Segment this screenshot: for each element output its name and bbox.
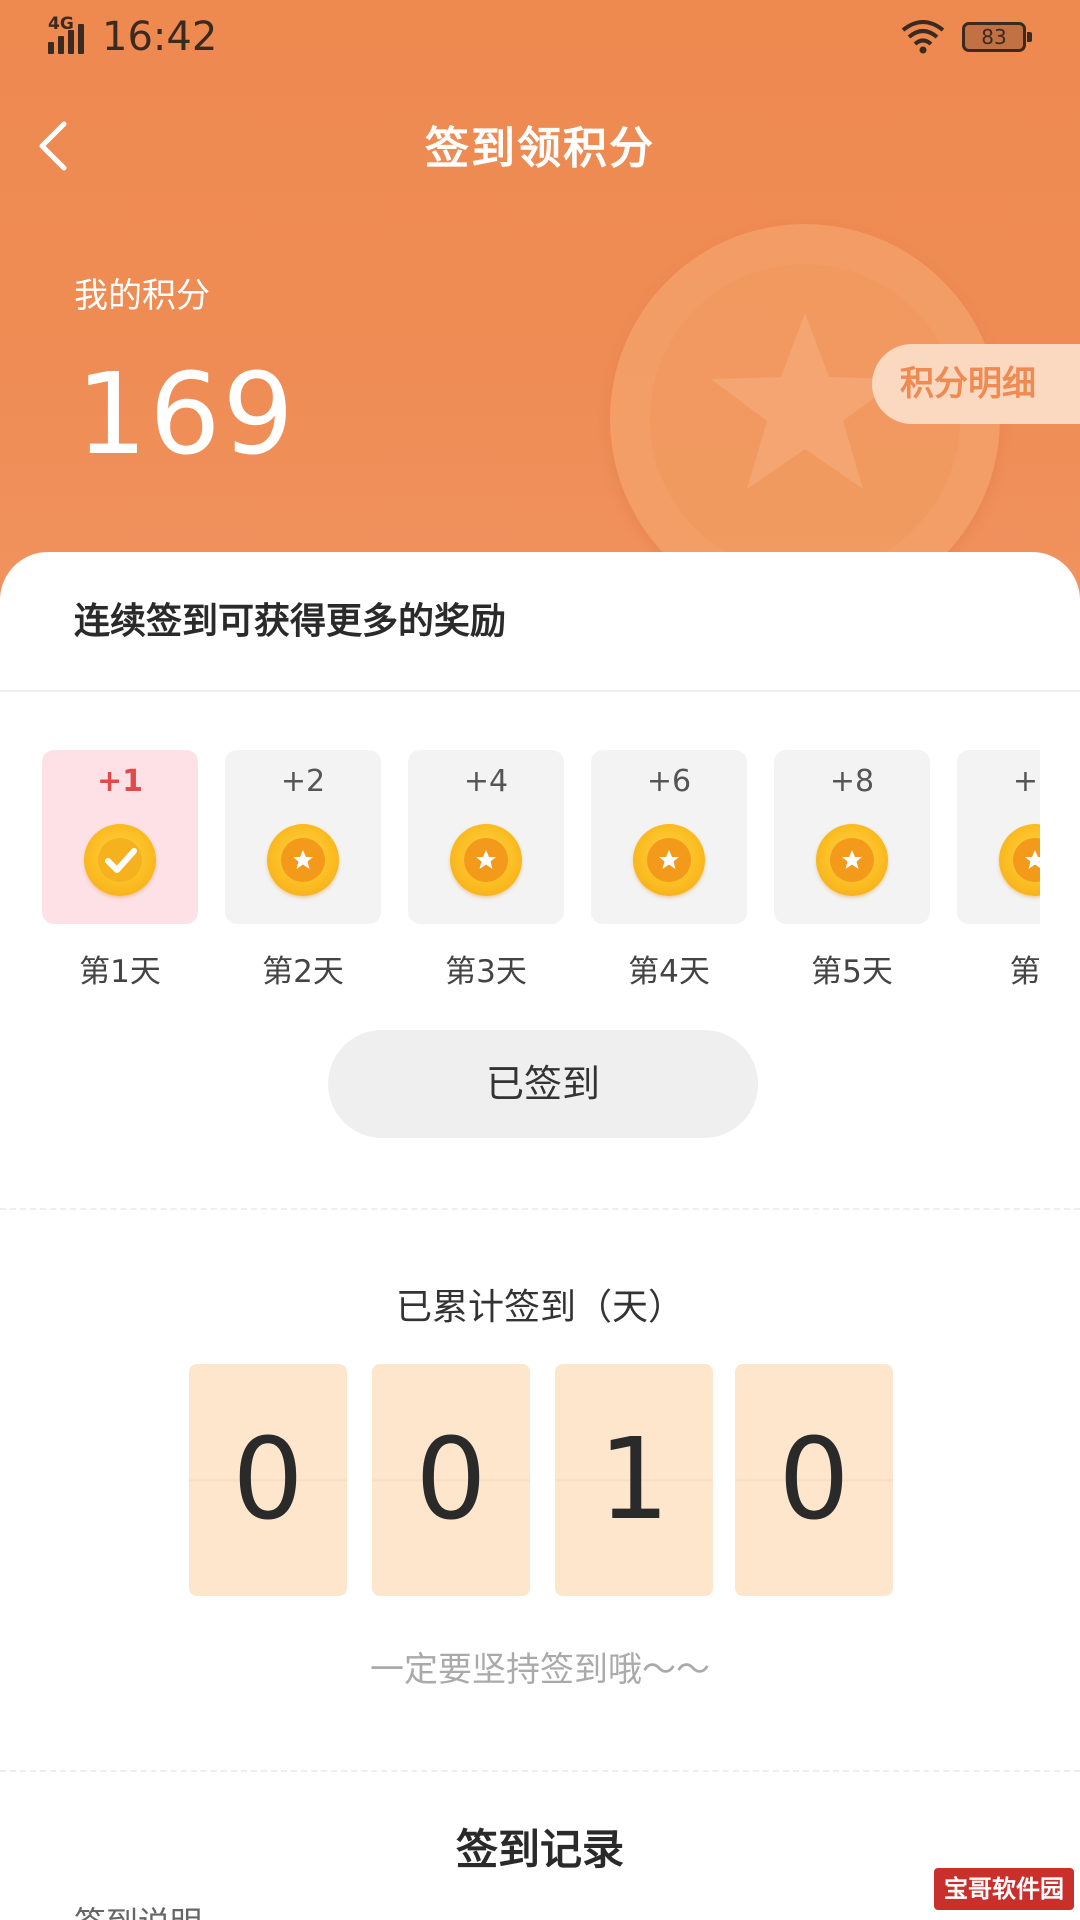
day-label: 第4天 — [628, 954, 710, 990]
header: 4G 16:42 83 签到领积分 我的积分 169 积分明细 — [0, 0, 1080, 600]
star-coin-icon — [999, 824, 1040, 896]
star-coin-icon — [633, 824, 705, 896]
status-bar: 4G 16:42 83 — [0, 0, 1080, 80]
day-reward: +2 — [280, 764, 326, 799]
watermark-logo: 宝哥软件园 — [934, 1868, 1074, 1910]
divider — [0, 1208, 1080, 1210]
day-label: 第3天 — [445, 954, 527, 990]
day-item[interactable]: +8 第5天 — [774, 750, 930, 990]
day-reward: +1 — [1012, 764, 1040, 799]
day-reward: +4 — [463, 764, 509, 799]
day-label: 第6 — [1009, 954, 1040, 990]
day-item[interactable]: +4 第3天 — [408, 750, 564, 990]
battery-icon: 83 — [962, 22, 1032, 52]
counter-digit: 0 — [735, 1364, 893, 1596]
counter-digit: 0 — [189, 1364, 347, 1596]
clock: 16:42 — [102, 14, 218, 60]
day-item[interactable]: +2 第2天 — [225, 750, 381, 990]
star-coin-icon — [816, 824, 888, 896]
reward-title: 连续签到可获得更多的奖励 — [74, 601, 507, 642]
record-partial-text: 签到说明 — [74, 1898, 202, 1920]
check-coin-icon — [84, 824, 156, 896]
day-item[interactable]: +6 第4天 — [591, 750, 747, 990]
day-item[interactable]: +1 第6 — [957, 750, 1040, 990]
divider — [0, 1770, 1080, 1772]
divider — [0, 690, 1080, 692]
cell-signal-icon: 4G — [46, 14, 92, 56]
record-title: 签到记录 — [455, 1825, 624, 1874]
points-value: 169 — [76, 350, 296, 480]
day-list[interactable]: +1 第1天 +2 第2天 +4 第3天 +6 第4天 +8 第5天 + 第 — [42, 750, 1040, 990]
day-reward: +8 — [829, 764, 875, 799]
cumulative-label: 已累计签到（天） — [395, 1287, 684, 1328]
day-reward: +6 — [646, 764, 692, 799]
signin-card: 连续签到可获得更多的奖励 +1 第1天 +2 第2天 +4 第3天 +6 第4天… — [0, 552, 1080, 1920]
points-label: 我的积分 — [74, 276, 210, 316]
page-title: 签到领积分 — [425, 123, 655, 174]
day-label: 第2天 — [262, 954, 344, 990]
counter-digit: 0 — [372, 1364, 530, 1596]
day-label: 第5天 — [811, 954, 893, 990]
star-coin-icon — [450, 824, 522, 896]
day-item[interactable]: +1 第1天 — [42, 750, 198, 990]
points-detail-button[interactable]: 积分明细 — [872, 344, 1080, 424]
encourage-text: 一定要坚持签到哦～～ — [370, 1650, 710, 1690]
star-coin-icon — [267, 824, 339, 896]
wifi-icon — [901, 20, 945, 54]
counter-digit: 1 — [555, 1364, 713, 1596]
signed-in-button[interactable]: 已签到 — [328, 1030, 758, 1138]
day-label: 第1天 — [79, 954, 161, 990]
day-reward: +1 — [96, 764, 143, 799]
